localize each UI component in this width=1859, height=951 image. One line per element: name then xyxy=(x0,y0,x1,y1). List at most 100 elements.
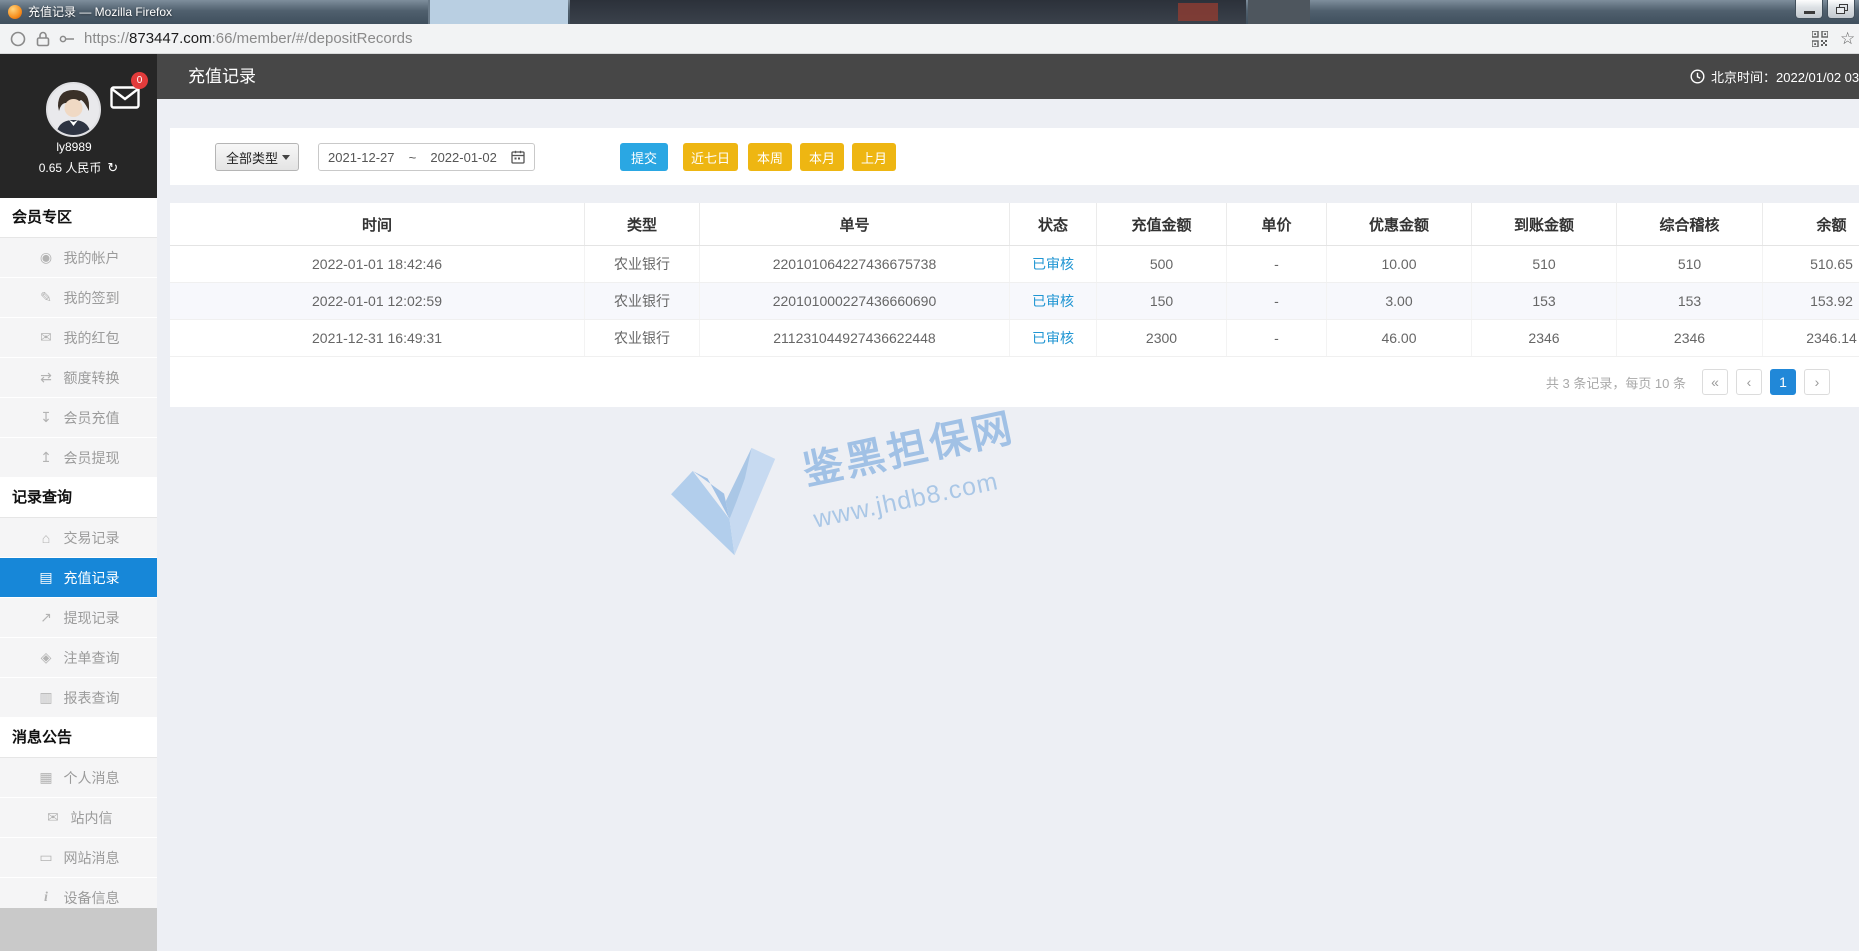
this-week-button[interactable]: 本周 xyxy=(748,143,792,171)
cell-status-link[interactable]: 已审核 xyxy=(1010,246,1097,282)
url-domain: 873447.com xyxy=(129,30,212,47)
cell-balance: 153.92 xyxy=(1810,293,1853,309)
sidebar-item-label: 站内信 xyxy=(70,809,113,826)
submit-button[interactable]: 提交 xyxy=(620,143,668,171)
member-app: 0 ly8989 0.65 人民币 ↻ 会员专区 ◉ 我的帐户 ✎ 我的签到 ✉ … xyxy=(0,54,1859,951)
cell-unit-price: - xyxy=(1227,283,1327,319)
cell-credited: 2346 xyxy=(1472,320,1617,356)
cell-balance: 2346.14 xyxy=(1806,330,1857,346)
messages-icon[interactable] xyxy=(110,86,140,114)
sidebar-footer xyxy=(0,908,157,951)
envelope-icon: ✉ xyxy=(40,329,52,345)
column-header-audit: 综合稽核 xyxy=(1617,203,1763,245)
cell-balance: 510.65 xyxy=(1810,256,1853,272)
sidebar-item-my-redpacket[interactable]: ✉ 我的红包 xyxy=(0,318,157,358)
type-select-value: 全部类型 xyxy=(226,150,279,166)
column-header-status: 状态 xyxy=(1010,203,1097,245)
page-title: 充值记录 xyxy=(188,67,256,86)
sidebar-item-label: 我的帐户 xyxy=(63,249,120,266)
sidebar-item-bet-query[interactable]: ◈ 注单查询 xyxy=(0,638,157,678)
sidebar-item-report-query[interactable]: ▥ 报表查询 xyxy=(0,678,157,718)
username: ly8989 xyxy=(56,140,92,154)
sidebar-section-member: 会员专区 xyxy=(0,198,157,238)
date-range-input[interactable]: 2021-12-27 ~ 2022-01-02 xyxy=(318,143,535,171)
sidebar-item-transaction-records[interactable]: ⌂ 交易记录 xyxy=(0,518,157,558)
sidebar-item-site-mail[interactable]: ✉ 站内信 xyxy=(0,798,157,838)
background-window xyxy=(428,0,568,24)
column-header-discount: 优惠金额 xyxy=(1327,203,1472,245)
cell-type: 农业银行 xyxy=(585,320,700,356)
user-panel: 0 ly8989 0.65 人民币 ↻ xyxy=(0,54,157,198)
sidebar-item-deposit-records[interactable]: ▤ 充值记录 xyxy=(0,558,157,598)
monitor-icon: ▭ xyxy=(39,849,53,865)
cell-credited: 153 xyxy=(1472,283,1617,319)
url-scheme: https:// xyxy=(84,30,130,47)
sidebar-item-label: 会员提现 xyxy=(63,449,120,466)
cell-order-no: 220101000227436660690 xyxy=(700,283,1010,319)
cell-order-no: 211231044927436622448 xyxy=(700,320,1010,356)
table-row: 2022-01-01 12:02:59 农业银行 220101000227436… xyxy=(170,283,1859,320)
url-address[interactable]: https://873447.com:66/member/#/depositRe… xyxy=(84,24,413,53)
sidebar-item-member-deposit[interactable]: ↧ 会员充值 xyxy=(0,398,157,438)
sidebar-item-label: 网站消息 xyxy=(63,849,120,866)
column-header-time: 时间 xyxy=(170,203,585,245)
sidebar-item-quota-transfer[interactable]: ⇄ 额度转换 xyxy=(0,358,157,398)
background-window xyxy=(570,0,1246,24)
credit-card-icon: ▤ xyxy=(39,569,53,585)
pencil-icon: ✎ xyxy=(40,289,52,305)
type-select[interactable]: 全部类型 xyxy=(215,143,299,171)
sidebar-item-label: 充值记录 xyxy=(63,569,120,586)
cell-time: 2022-01-01 12:02:59 xyxy=(170,283,585,319)
sidebar-section-messages: 消息公告 xyxy=(0,718,157,758)
last-month-button[interactable]: 上月 xyxy=(852,143,896,171)
window-titlebar: 充值记录 — Mozilla Firefox xyxy=(0,0,1859,24)
sidebar-item-my-account[interactable]: ◉ 我的帐户 xyxy=(0,238,157,278)
bookmark-star-icon[interactable]: ☆ xyxy=(1840,24,1855,53)
watermark-site-url: www.jhdb8.com xyxy=(810,466,1001,534)
column-header-balance: 余额 xyxy=(1816,216,1847,234)
column-header-amount: 充值金额 xyxy=(1097,203,1227,245)
sidebar-item-personal-messages[interactable]: ▦ 个人消息 xyxy=(0,758,157,798)
pagination-prev-button[interactable]: ‹ xyxy=(1736,369,1762,395)
deposit-records-table: 时间 类型 单号 状态 充值金额 单价 优惠金额 到账金额 综合稽核 余额 20… xyxy=(170,203,1859,407)
pagination-first-button[interactable]: « xyxy=(1702,369,1728,395)
pagination: 共 3 条记录，每页 10 条 « ‹ 1 › xyxy=(170,357,1830,407)
lock-icon[interactable] xyxy=(36,31,50,47)
pagination-next-button[interactable]: › xyxy=(1804,369,1830,395)
permissions-icon[interactable] xyxy=(58,31,76,47)
sidebar-item-site-messages[interactable]: ▭ 网站消息 xyxy=(0,838,157,878)
info-icon: i xyxy=(44,889,48,905)
sidebar-item-my-checkin[interactable]: ✎ 我的签到 xyxy=(0,278,157,318)
table-row: 2022-01-01 18:42:46 农业银行 220101064227436… xyxy=(170,246,1859,283)
qr-code-icon[interactable] xyxy=(1812,30,1828,47)
last-seven-days-button[interactable]: 近七日 xyxy=(683,143,738,171)
cell-discount: 46.00 xyxy=(1327,320,1472,356)
column-header-unit-price: 单价 xyxy=(1227,203,1327,245)
sidebar-item-label: 交易记录 xyxy=(63,529,120,546)
refresh-balance-icon[interactable]: ↻ xyxy=(107,160,118,175)
cell-status-link[interactable]: 已审核 xyxy=(1010,320,1097,356)
cell-amount: 150 xyxy=(1097,283,1227,319)
sidebar-item-withdraw-records[interactable]: ↗ 提现记录 xyxy=(0,598,157,638)
cell-amount: 2300 xyxy=(1097,320,1227,356)
pagination-page-1-button[interactable]: 1 xyxy=(1770,369,1796,395)
balance: 0.65 人民币 ↻ xyxy=(0,159,157,176)
minimize-button[interactable] xyxy=(1795,0,1823,19)
cell-discount: 10.00 xyxy=(1327,246,1472,282)
user-circle-icon: ◉ xyxy=(39,249,53,265)
this-month-button[interactable]: 本月 xyxy=(800,143,844,171)
background-window xyxy=(1178,3,1218,21)
sidebar-item-label: 会员充值 xyxy=(63,409,120,426)
restore-icon xyxy=(1836,7,1845,14)
url-path: :66/member/#/depositRecords xyxy=(211,30,413,47)
browser-url-bar[interactable]: https://873447.com:66/member/#/depositRe… xyxy=(0,24,1859,54)
sidebar-item-member-withdraw[interactable]: ↥ 会员提现 xyxy=(0,438,157,478)
cell-status-link[interactable]: 已审核 xyxy=(1010,283,1097,319)
restore-button[interactable] xyxy=(1827,0,1855,19)
sidebar-item-label: 设备信息 xyxy=(63,889,120,906)
id-card-icon: ▦ xyxy=(39,769,53,785)
column-header-credited: 到账金额 xyxy=(1472,203,1617,245)
avatar[interactable] xyxy=(46,82,101,137)
tracking-protection-icon[interactable] xyxy=(10,31,26,47)
cell-audit: 510 xyxy=(1617,246,1763,282)
